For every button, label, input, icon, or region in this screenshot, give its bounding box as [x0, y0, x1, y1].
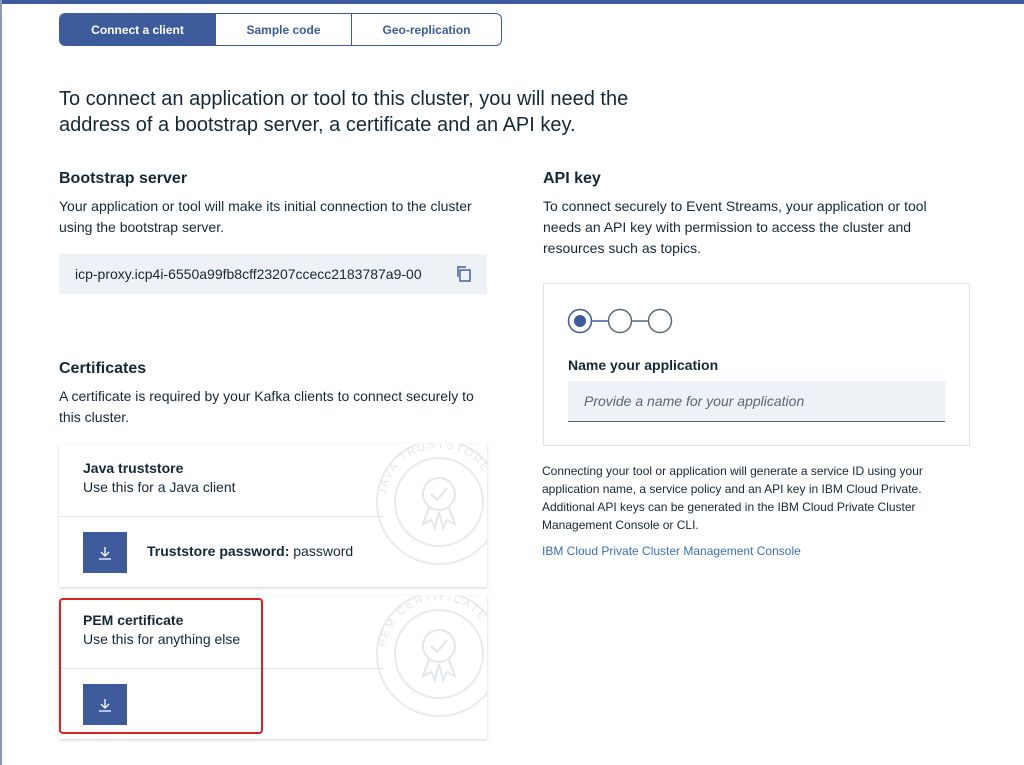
card-divider — [59, 668, 383, 669]
intro-text: To connect an application or tool to thi… — [59, 88, 629, 136]
api-key-card: Name your application — [543, 283, 970, 446]
top-accent-bar — [0, 0, 1024, 4]
certificate-seal-icon: PEM CERTIFICATE — [376, 596, 487, 717]
api-key-heading: API key — [543, 170, 601, 187]
tab-bar: Connect a client Sample code Geo-replica… — [59, 13, 502, 46]
cluster-management-console-link[interactable]: IBM Cloud Private Cluster Management Con… — [542, 544, 801, 558]
java-truststore-card: JAVA TRUSTSTORE Java truststore Use this… — [59, 444, 487, 587]
tab-connect-a-client[interactable]: Connect a client — [60, 14, 215, 45]
progress-stepper — [567, 308, 673, 334]
pem-certificate-subtitle: Use this for anything else — [83, 631, 241, 647]
step-2-icon — [607, 308, 633, 334]
bootstrap-address-field: icp-proxy.icp4i-6550a99fb8cff23207ccecc2… — [59, 254, 487, 294]
api-key-note: Connecting your tool or application will… — [542, 464, 923, 532]
pem-certificate-card: PEM CERTIFICATE PEM certificate Use this… — [59, 596, 487, 739]
download-icon — [99, 698, 111, 712]
api-key-description: To connect securely to Event Streams, yo… — [543, 198, 927, 256]
tab-geo-replication[interactable]: Geo-replication — [351, 14, 501, 45]
truststore-password-label: Truststore password: — [147, 543, 290, 559]
step-1-dot — [574, 315, 586, 327]
java-truststore-title: Java truststore — [83, 460, 184, 476]
bootstrap-description: Your application or tool will make its i… — [59, 198, 472, 235]
application-name-label: Name your application — [568, 357, 719, 373]
copy-icon[interactable] — [455, 265, 473, 283]
tab-sample-code[interactable]: Sample code — [215, 14, 351, 45]
certificates-heading: Certificates — [59, 360, 147, 377]
download-icon — [99, 546, 111, 560]
truststore-seal-icon: JAVA TRUSTSTORE — [376, 444, 487, 565]
step-3-icon — [647, 308, 673, 334]
download-pem-button[interactable] — [83, 684, 127, 725]
truststore-password: Truststore password: password — [147, 543, 353, 559]
left-edge-border — [0, 0, 2, 765]
download-truststore-button[interactable] — [83, 532, 127, 573]
truststore-password-value: password — [293, 543, 354, 559]
pem-certificate-title: PEM certificate — [83, 612, 184, 628]
java-truststore-subtitle: Use this for a Java client — [83, 479, 236, 495]
card-divider — [59, 516, 383, 517]
bootstrap-address[interactable]: icp-proxy.icp4i-6550a99fb8cff23207ccecc2… — [75, 266, 422, 282]
certificates-description: A certificate is required by your Kafka … — [59, 388, 474, 425]
application-name-input[interactable] — [568, 381, 945, 422]
bootstrap-heading: Bootstrap server — [59, 170, 188, 187]
